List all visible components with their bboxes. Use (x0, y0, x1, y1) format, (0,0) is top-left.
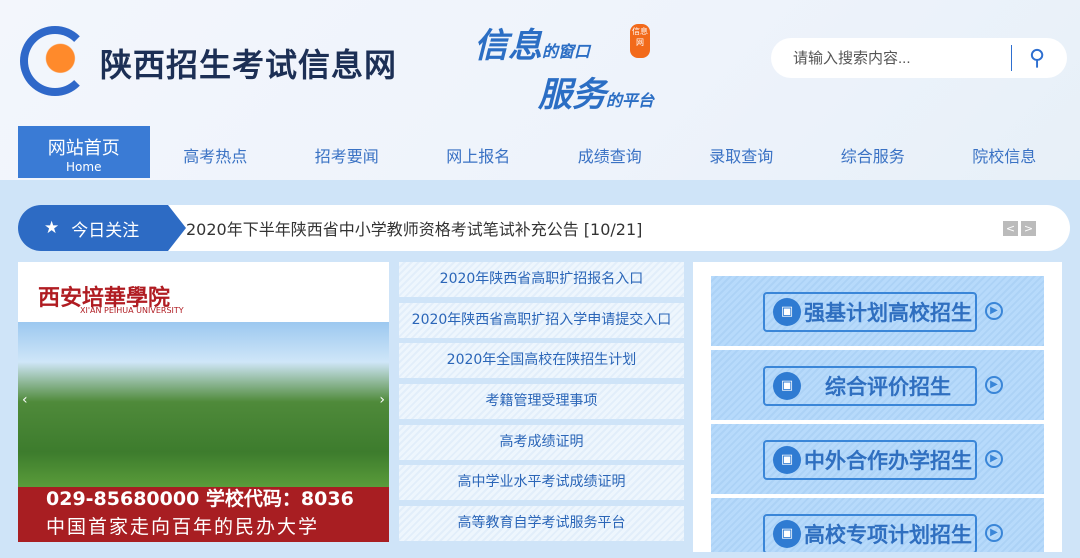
banner-motto: 中国首家走向百年的民办大学 (46, 516, 320, 538)
main-nav: 网站首页 Home 高考热点 招考要闻 网上报名 成绩查询 录取查询 综合服务 院… (18, 126, 1070, 178)
arrow-right-icon: ▶ (985, 450, 1003, 468)
search-button[interactable]: ⚲ (1012, 46, 1062, 71)
enrollment-button[interactable]: ▣ 中外合作办学招生 ▶ (711, 424, 1044, 494)
today-label-text: 今日关注 (71, 220, 140, 241)
quick-link[interactable]: 2020年陕西省高职扩招入学申请提交入口 (399, 302, 684, 338)
slogan: 信息的窗口 服务的平台 (474, 18, 654, 116)
quick-link[interactable]: 考籍管理受理事项 (399, 384, 684, 420)
slogan-text: 服务 (538, 75, 606, 115)
enrollment-label: 强基计划高校招生 (804, 301, 972, 325)
nav-home[interactable]: 网站首页 Home (18, 126, 150, 178)
arrow-right-icon: ▶ (985, 376, 1003, 394)
quick-link[interactable]: 高中学业水平考试成绩证明 (399, 465, 684, 501)
banner-prev-icon[interactable]: ‹ (22, 392, 28, 408)
nav-item[interactable]: 成绩查询 (544, 126, 676, 178)
quick-link[interactable]: 2020年陕西省高职扩招报名入口 (399, 262, 684, 297)
enrollment-label: 高校专项计划招生 (804, 523, 972, 547)
nav-item[interactable]: 招考要闻 (281, 126, 413, 178)
news-link[interactable]: 2020年下半年陕西省中小学教师资格考试笔试补充公告 [10/21] (186, 216, 642, 240)
search-icon: ⚲ (1028, 45, 1046, 71)
search-box: ⚲ (771, 38, 1067, 78)
quick-link[interactable]: 高等教育自学考试服务平台 (399, 506, 684, 542)
id-card-icon: ▣ (773, 298, 801, 326)
seal: 信息网 (630, 24, 650, 58)
nav-item[interactable]: 综合服务 (807, 126, 939, 178)
quick-link[interactable]: 2020年全国高校在陕招生计划 (399, 343, 684, 379)
slogan-text: 的窗口 (542, 42, 591, 61)
enrollment-panel: ▣ 强基计划高校招生 ▶ ▣ 综合评价招生 ▶ ▣ 中外合作办学招生 ▶ ▣ 高校专项计划招生… (693, 262, 1062, 552)
site-title: 陕西招生考试信息网 (100, 46, 398, 84)
id-card-icon: ▣ (773, 520, 801, 548)
quick-links: 2020年陕西省高职扩招报名入口 2020年陕西省高职扩招入学申请提交入口 20… (399, 262, 684, 547)
nav-label: 网站首页 (47, 138, 120, 159)
enrollment-button[interactable]: ▣ 强基计划高校招生 ▶ (711, 276, 1044, 346)
id-card-icon: ▣ (773, 372, 801, 400)
nav-item[interactable]: 院校信息 (939, 126, 1071, 178)
school-banner[interactable]: 西安培華學院 XI'AN PEIHUA UNIVERSITY ‹ › 029-8… (18, 262, 389, 542)
nav-label-en: Home (66, 160, 102, 174)
arrow-right-icon: ▶ (985, 302, 1003, 320)
today-label: ★ 今日关注 (18, 205, 186, 251)
site-logo[interactable] (20, 26, 90, 96)
header: 陕西招生考试信息网 信息的窗口 服务的平台 信息网 ⚲ 网站首页Home 高考热… (0, 0, 1080, 180)
school-name-en: XI'AN PEIHUA UNIVERSITY (80, 306, 184, 315)
enrollment-label: 综合评价招生 (825, 375, 951, 399)
prev-arrow-icon[interactable]: < (1003, 221, 1018, 236)
next-arrow-icon[interactable]: > (1021, 221, 1036, 236)
banner-next-icon[interactable]: › (379, 392, 385, 408)
nav-item[interactable]: 录取查询 (676, 126, 808, 178)
slogan-text: 信息 (474, 26, 542, 66)
arrow-right-icon: ▶ (985, 524, 1003, 542)
enrollment-button[interactable]: ▣ 高校专项计划招生 ▶ (711, 498, 1044, 552)
today-focus-bar: ★ 今日关注 2020年下半年陕西省中小学教师资格考试笔试补充公告 [10/21]… (18, 205, 1070, 251)
banner-phone: 029-85680000 学校代码：8036 (46, 488, 354, 510)
star-icon: ★ (44, 218, 60, 238)
search-input[interactable] (771, 49, 1011, 67)
nav-item[interactable]: 高考热点 (150, 126, 282, 178)
id-card-icon: ▣ (773, 446, 801, 474)
quick-link[interactable]: 高考成绩证明 (399, 424, 684, 460)
enrollment-label: 中外合作办学招生 (804, 449, 972, 473)
ticker-arrows: < > (1003, 221, 1036, 236)
nav-item[interactable]: 网上报名 (413, 126, 545, 178)
enrollment-button[interactable]: ▣ 综合评价招生 ▶ (711, 350, 1044, 420)
slogan-text: 的平台 (606, 91, 655, 110)
